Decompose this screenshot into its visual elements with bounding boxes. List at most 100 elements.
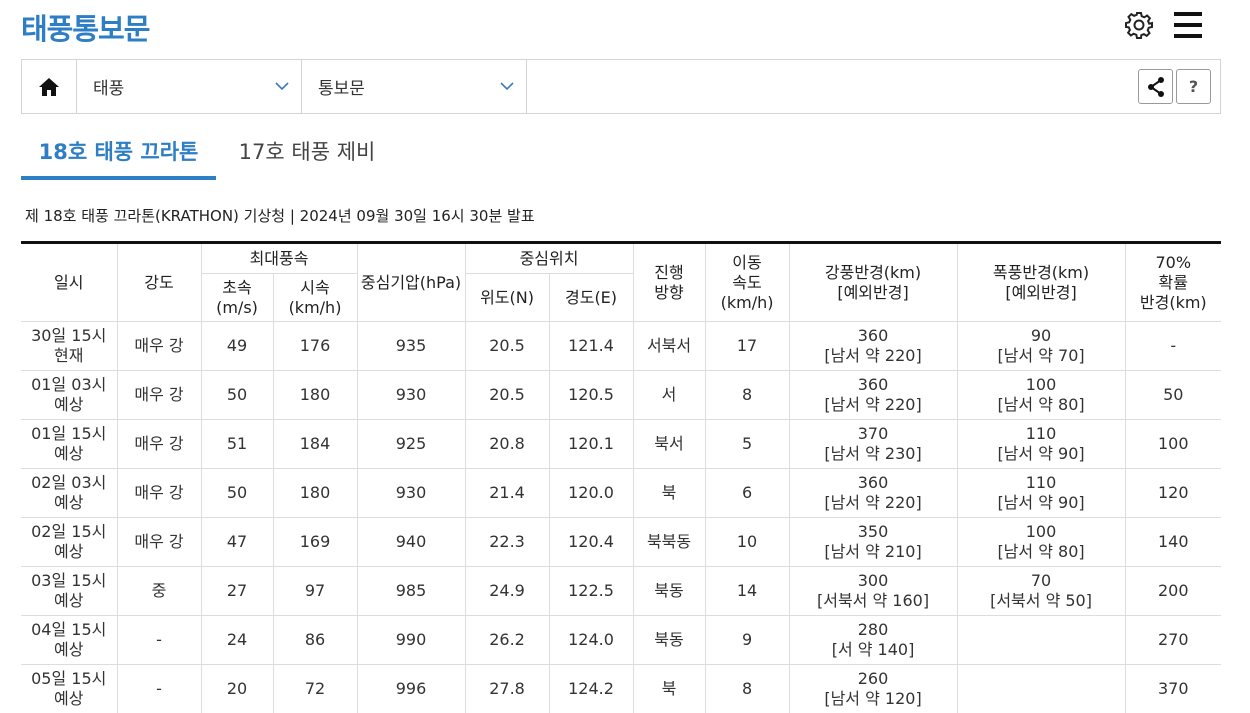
header-prob70: 70% 확률 반경(km) (1124, 242, 1222, 322)
home-icon (39, 77, 59, 96)
header-datetime: 일시 (21, 242, 118, 322)
tab-typhoon-17[interactable]: 17호 태풍 제비 (237, 130, 377, 180)
header-wind-kmh: 시속 (km/h) (272, 273, 358, 322)
cell-storm-radius: 100 [남서 약 80] (956, 370, 1126, 420)
cell-lat: 21.4 (464, 468, 550, 518)
cell-storm-radius: 90 [남서 약 70] (956, 321, 1126, 371)
cell-speed: 8 (704, 370, 790, 420)
cell-intensity: 중 (116, 566, 202, 616)
forecast-rows: 30일 15시 현재 매우 강 49 176 935 20.5 121.4 서북서 17 360 … (21, 321, 1222, 713)
cell-lat: 20.5 (464, 321, 550, 371)
cell-datetime: 03일 15시 예상 (21, 566, 118, 616)
cell-lat: 26.2 (464, 615, 550, 665)
cell-lat: 24.9 (464, 566, 550, 616)
cell-storm-radius: 100 [남서 약 80] (956, 517, 1126, 567)
table-row: 02일 03시 예상 매우 강 50 180 930 21.4 120.0 북 6 360 [남서… (21, 468, 1222, 518)
cell-pressure: 930 (356, 370, 466, 420)
header-lat: 위도(N) (464, 273, 550, 322)
header-center: 중심위치 (464, 242, 634, 274)
table-row: 30일 15시 현재 매우 강 49 176 935 20.5 121.4 서북서 17 360 … (21, 321, 1222, 371)
cell-lon: 120.5 (548, 370, 634, 420)
cell-speed: 8 (704, 664, 790, 713)
typhoon-tabs: 18호 태풍 끄라톤 17호 태풍 제비 (21, 130, 1221, 182)
cell-strong-radius: 370 [남서 약 230] (788, 419, 958, 469)
tab-typhoon-18[interactable]: 18호 태풍 끄라톤 (21, 130, 216, 180)
cell-wind-ms: 49 (200, 321, 274, 371)
cell-speed: 6 (704, 468, 790, 518)
table-row: 01일 15시 예상 매우 강 51 184 925 20.8 120.1 북서 5 370 [남… (21, 419, 1222, 469)
chevron-down-icon (500, 82, 514, 91)
home-button[interactable] (22, 60, 77, 113)
cell-datetime: 02일 03시 예상 (21, 468, 118, 518)
header-intensity: 강도 (116, 242, 202, 322)
gear-icon[interactable] (1124, 10, 1154, 40)
cell-strong-radius: 360 [남서 약 220] (788, 370, 958, 420)
cell-wind-ms: 47 (200, 517, 274, 567)
table-row: 05일 15시 예상 -20 72 996 27.8 124.2 북 8 260 [남서 약 1… (21, 664, 1222, 713)
cell-direction: 북북동 (632, 517, 706, 567)
menu-icon[interactable] (1174, 12, 1202, 38)
header-wind-ms: 초속 (m/s) (201, 273, 274, 322)
subcategory-select[interactable]: 통보문 (302, 60, 527, 113)
cell-wind-kmh: 86 (272, 615, 358, 665)
category-select-value: 태풍 (93, 79, 125, 99)
cell-datetime: 01일 03시 예상 (21, 370, 118, 420)
header-pressure: 중심기압(hPa) (356, 242, 466, 322)
help-button[interactable]: ? (1176, 69, 1211, 104)
cell-intensity: 매우 강 (116, 321, 202, 371)
chevron-down-icon (275, 82, 289, 91)
header-storm-radius: 폭풍반경(km) [예외반경] (956, 242, 1126, 322)
cell-speed: 5 (704, 419, 790, 469)
table-row: 02일 15시 예상 매우 강 47 169 940 22.3 120.4 북북동 10 350 … (21, 517, 1222, 567)
cell-speed: 17 (704, 321, 790, 371)
cell-wind-ms: 27 (200, 566, 274, 616)
cell-wind-ms: 51 (200, 419, 274, 469)
header-speed: 이동 속도 (km/h) (704, 242, 790, 322)
typhoon-forecast-table: 일시 강도 최대풍속 중심기압(hPa) 중심위치 진행 방향 이동 속도 (k… (21, 241, 1222, 713)
subcategory-select-value: 통보문 (318, 79, 365, 99)
category-select[interactable]: 태풍 (77, 60, 302, 113)
table-row: 03일 15시 예상 중 27 97 985 24.9 122.5 북동 14 300 [서북서 … (21, 566, 1222, 616)
cell-wind-kmh: 97 (272, 566, 358, 616)
cell-storm-radius (956, 615, 1126, 665)
cell-speed: 10 (704, 517, 790, 567)
cell-strong-radius: 280 [서 약 140] (788, 615, 958, 665)
cell-pressure: 935 (356, 321, 466, 371)
navigation-bar: 태풍 통보문 ? (21, 59, 1221, 114)
header-direction: 진행 방향 (632, 242, 706, 322)
cell-datetime: 02일 15시 예상 (21, 517, 118, 567)
cell-prob70: 100 (1124, 419, 1222, 469)
cell-intensity: - (116, 664, 202, 713)
cell-lon: 120.4 (548, 517, 634, 567)
table-row: 01일 03시 예상 매우 강 50 180 930 20.5 120.5 서 8 360 [남서… (21, 370, 1222, 420)
cell-intensity: - (116, 615, 202, 665)
cell-prob70: 200 (1124, 566, 1222, 616)
cell-strong-radius: 360 [남서 약 220] (788, 321, 958, 371)
cell-lon: 121.4 (548, 321, 634, 371)
cell-wind-ms: 50 (200, 468, 274, 518)
cell-intensity: 매우 강 (116, 370, 202, 420)
cell-pressure: 985 (356, 566, 466, 616)
cell-pressure: 925 (356, 419, 466, 469)
bulletin-info: 제 18호 태풍 끄라톤(KRATHON) 기상청 | 2024년 09월 30… (25, 207, 535, 225)
cell-wind-ms: 20 (200, 664, 274, 713)
cell-wind-kmh: 72 (272, 664, 358, 713)
cell-lat: 20.8 (464, 419, 550, 469)
header-strong-radius: 강풍반경(km) [예외반경] (788, 242, 958, 322)
cell-pressure: 996 (356, 664, 466, 713)
cell-lat: 20.5 (464, 370, 550, 420)
share-button[interactable] (1138, 69, 1173, 104)
cell-lon: 120.0 (548, 468, 634, 518)
cell-prob70: 270 (1124, 615, 1222, 665)
cell-lon: 124.0 (548, 615, 634, 665)
cell-storm-radius: 70 [서북서 약 50] (956, 566, 1126, 616)
cell-prob70: 50 (1124, 370, 1222, 420)
cell-intensity: 매우 강 (116, 419, 202, 469)
cell-datetime: 05일 15시 예상 (21, 664, 118, 713)
cell-datetime: 04일 15시 예상 (21, 615, 118, 665)
cell-datetime: 01일 15시 예상 (21, 419, 118, 469)
cell-strong-radius: 350 [남서 약 210] (788, 517, 958, 567)
cell-direction: 북 (632, 468, 706, 518)
cell-prob70: - (1124, 321, 1222, 371)
